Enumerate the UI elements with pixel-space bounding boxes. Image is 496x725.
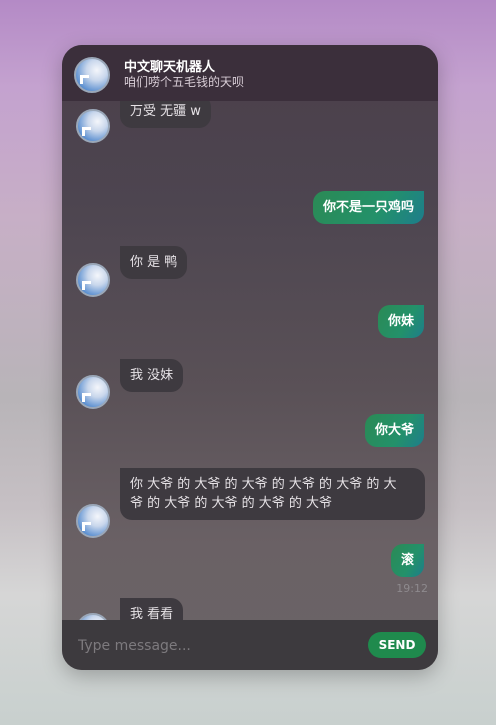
user-message: 你大爷 [364, 414, 424, 447]
chat-window: 中文聊天机器人 咱们唠个五毛钱的天呗 万受 无疆 w 你不是一只鸡吗 你 是 鸭… [62, 45, 438, 670]
bot-message: 你 是 鸭 [120, 246, 188, 279]
user-message: 你不是一只鸡吗 [312, 191, 424, 224]
bot-message: 我 没妹 [120, 359, 184, 392]
message-list[interactable]: 万受 无疆 w 你不是一只鸡吗 你 是 鸭 你妹 我 没妹 你大爷 你 大爷 的… [62, 101, 438, 621]
bot-message: 万受 无疆 w [120, 101, 211, 128]
chat-header: 中文聊天机器人 咱们唠个五毛钱的天呗 [62, 45, 438, 101]
user-message: 你妹 [377, 305, 424, 338]
message-input[interactable] [76, 630, 360, 662]
bot-avatar-icon [76, 375, 110, 409]
bot-avatar-icon [76, 263, 110, 297]
chat-subtitle: 咱们唠个五毛钱的天呗 [124, 75, 245, 89]
bot-avatar-icon [76, 109, 110, 143]
send-button[interactable]: SEND [368, 632, 426, 658]
message-composer: SEND [62, 620, 438, 670]
bot-message-line: 你 大爷 的 大爷 的 大爷 的 大爷 的 大爷 的 大 [130, 477, 397, 492]
user-message: 滚 [390, 544, 424, 577]
bot-message: 你 大爷 的 大爷 的 大爷 的 大爷 的 大爷 的 大 爷 的 大爷 的 大爷… [120, 468, 425, 520]
bot-avatar-icon [74, 57, 110, 93]
bot-avatar-icon [76, 504, 110, 538]
message-timestamp: 19:12 [396, 582, 428, 595]
bot-message-line: 爷 的 大爷 的 大爷 的 大爷 的 大爷 [130, 496, 333, 511]
bot-message: 我 看看 [120, 598, 184, 621]
